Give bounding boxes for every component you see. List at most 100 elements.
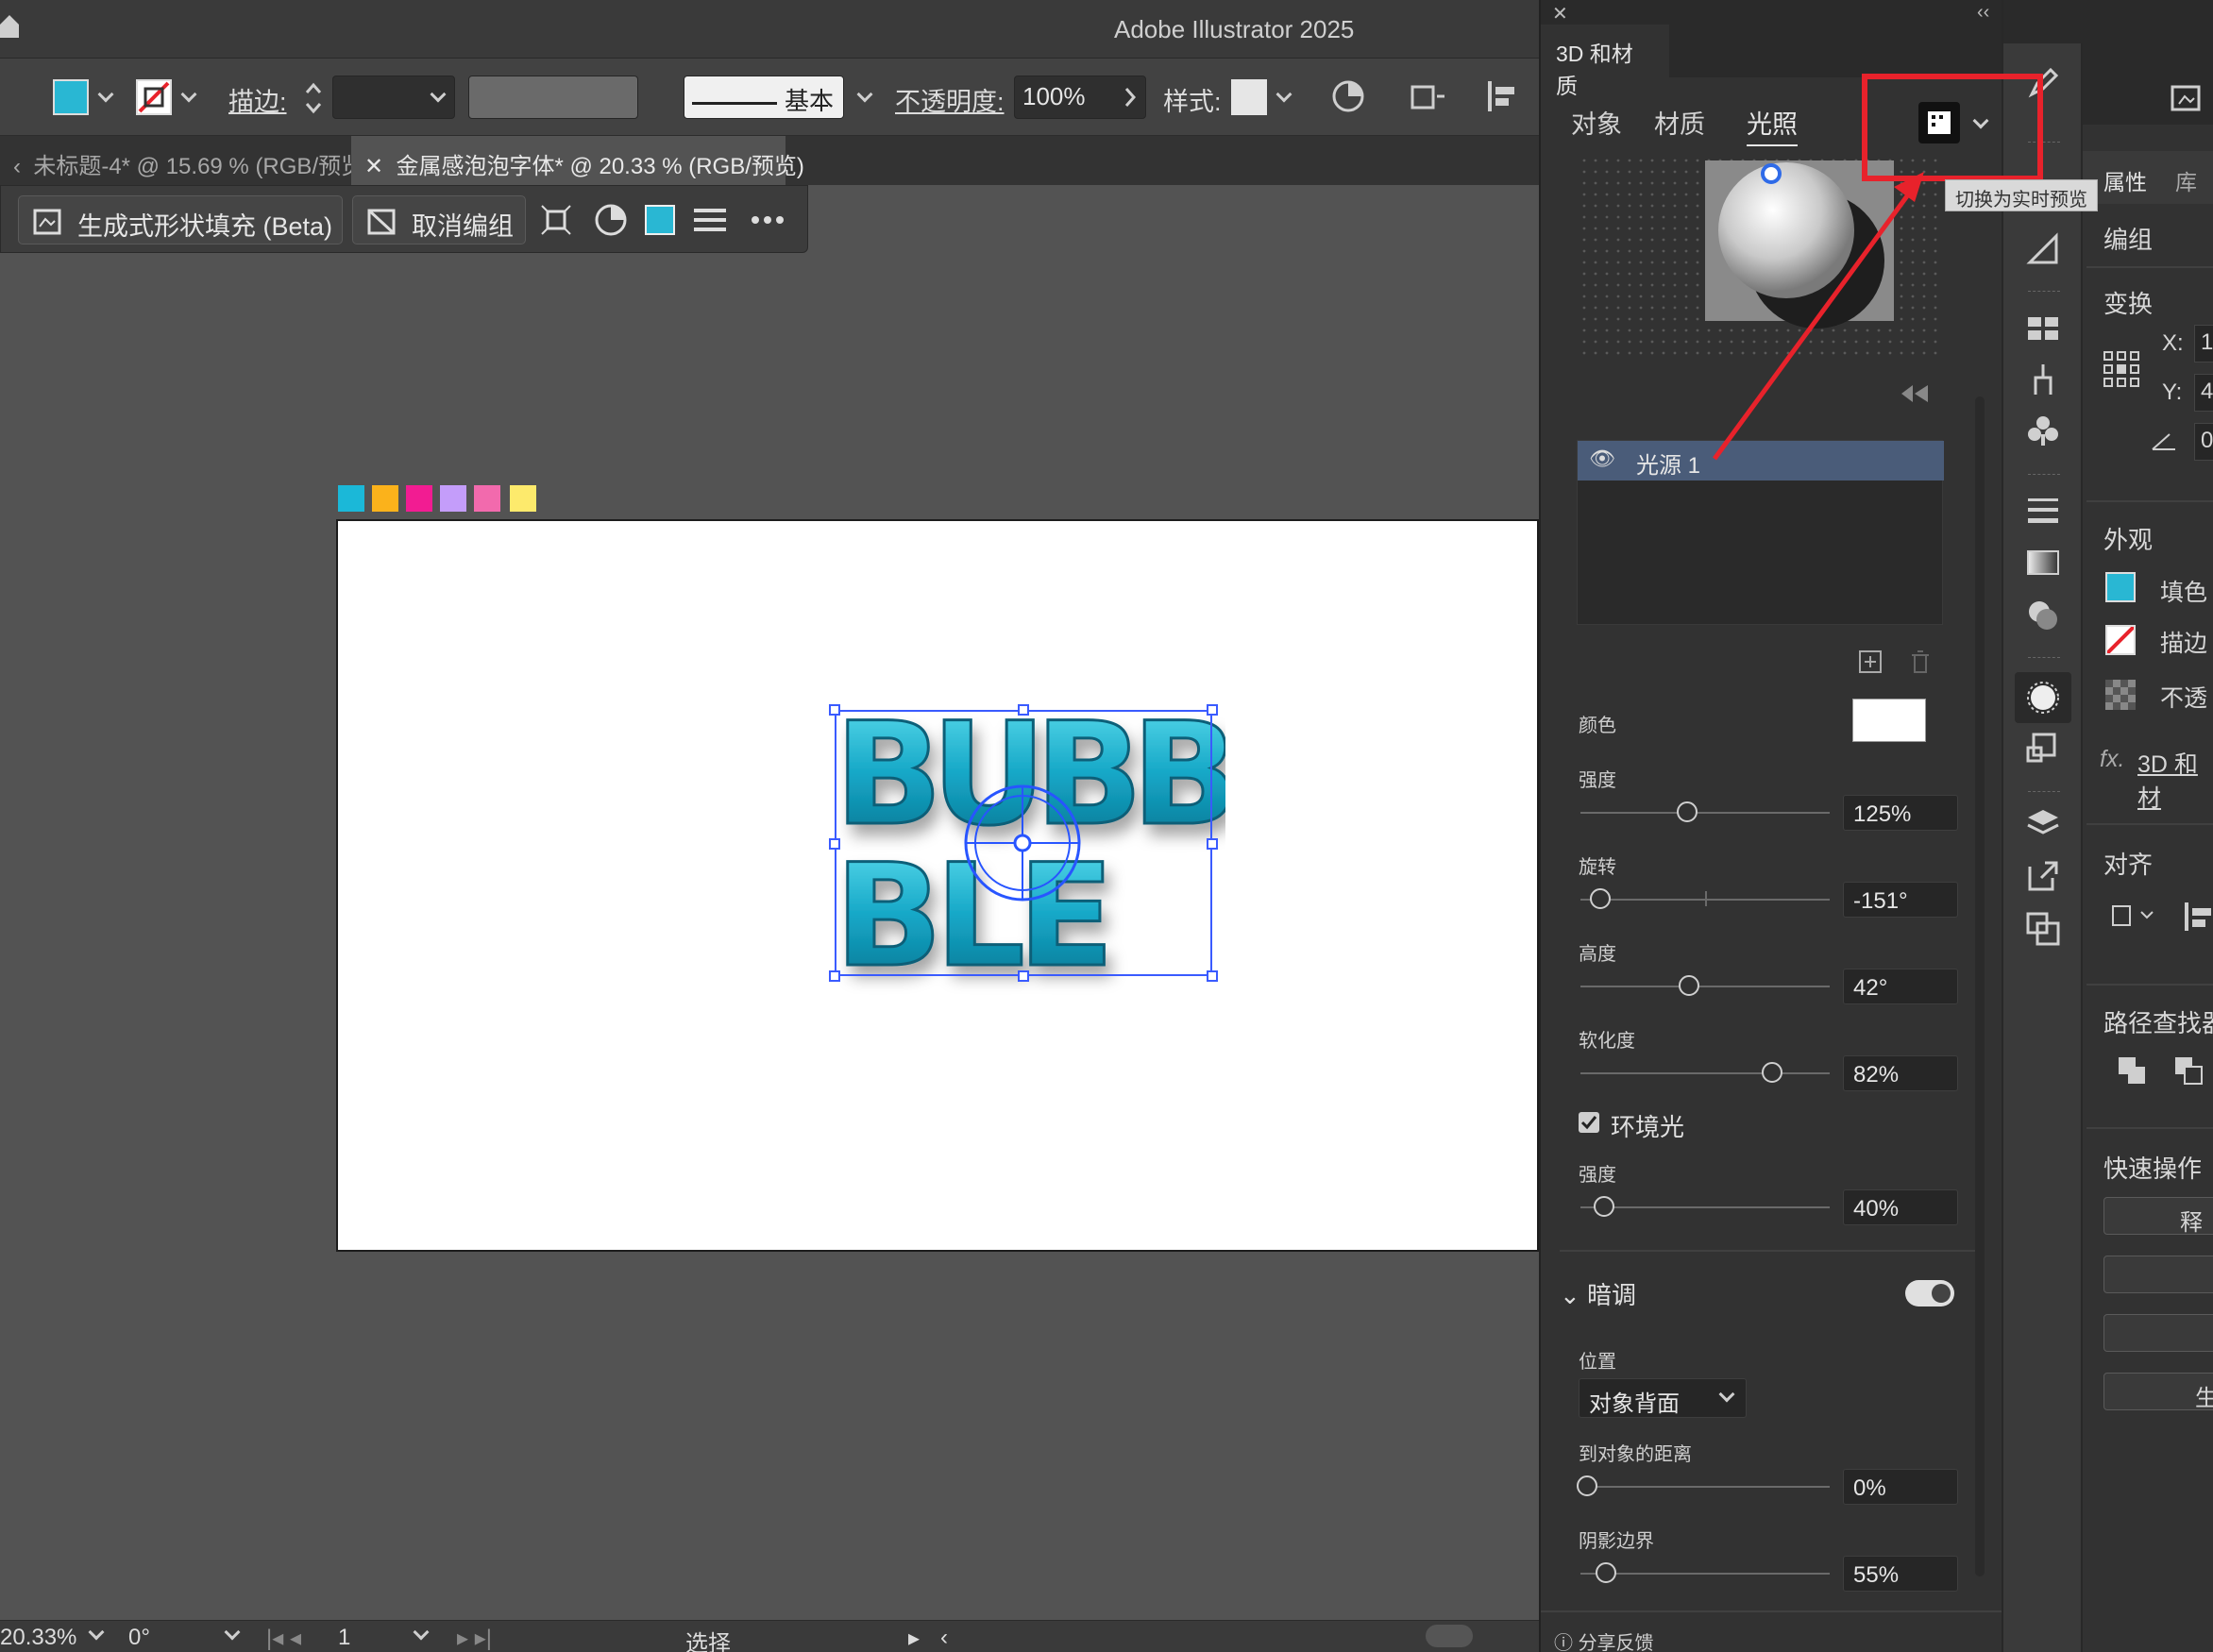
isolate-icon[interactable] [541,205,571,235]
delete-light-icon[interactable] [1909,649,1932,674]
chevron-down-icon[interactable] [97,86,114,103]
ambient-intensity-field[interactable]: 40% [1843,1189,1958,1225]
rotation-field[interactable]: -151° [1843,882,1958,918]
panel-scrollbar[interactable] [1975,396,1985,1576]
brushes-icon[interactable] [2026,362,2060,396]
release-button[interactable]: 释 [2103,1197,2213,1236]
artboard[interactable]: BUBB BLE [336,519,1539,1252]
selection-handle[interactable] [829,704,840,716]
stroke-icon[interactable] [2026,493,2060,527]
symbols-icon[interactable] [2026,413,2060,447]
align-to-icon[interactable] [2111,901,2158,931]
artboards-icon[interactable] [2026,912,2060,946]
last-artboard-icon[interactable]: ▸ ▸| [457,1625,492,1652]
chevron-down-icon[interactable] [856,86,873,103]
canvas-swatch[interactable] [440,485,466,512]
tab-library[interactable]: 库 [2175,164,2197,196]
play-icon[interactable]: ▸ [908,1625,920,1652]
properties-icon[interactable] [2026,232,2060,266]
selection-handle[interactable] [1018,970,1029,982]
canvas-swatch[interactable] [406,485,432,512]
gradient-icon[interactable] [2026,546,2060,580]
generate-button[interactable]: 生 [2103,1373,2213,1411]
selection-handle[interactable] [829,970,840,982]
shadow-section-header[interactable]: ⌄ 暗调 [1560,1276,1636,1311]
close-icon[interactable]: ✕ [1552,2,1568,25]
softness-slider[interactable] [1762,1062,1782,1083]
selection-handle[interactable] [829,838,840,850]
stroke-none-swatch[interactable] [136,79,172,115]
ungroup-button[interactable]: 取消编组 [352,195,526,244]
distance-field[interactable]: 0% [1843,1469,1958,1505]
more-icon[interactable] [751,214,785,226]
shadow-bound-slider[interactable] [1596,1562,1616,1583]
intensity-track[interactable] [1580,812,1830,814]
chevron-down-icon[interactable] [413,1624,430,1641]
selection-handle[interactable] [1018,704,1029,716]
ambient-light-checkbox[interactable] [1579,1112,1599,1133]
align-left-icon[interactable] [2183,901,2213,933]
scroll-left-icon[interactable]: ‹ [940,1625,948,1651]
light-color-swatch[interactable] [1852,699,1926,742]
height-slider[interactable] [1679,975,1699,996]
unite-icon[interactable] [2117,1055,2147,1086]
stroke-swatch[interactable] [2105,625,2136,655]
canvas-swatch[interactable] [372,485,398,512]
chevron-down-icon[interactable] [1275,86,1292,103]
ambient-intensity-slider[interactable] [1594,1196,1614,1217]
horizontal-scrollbar[interactable] [1426,1625,1473,1647]
brush-field[interactable]: 基本 [684,76,844,119]
align-left-icon[interactable] [1486,79,1518,113]
home-icon[interactable] [0,15,19,38]
chevron-right-icon[interactable] [1123,87,1137,108]
3d-effect-link[interactable]: 3D 和材 [2137,746,2213,814]
transparency-icon[interactable] [2026,598,2060,632]
tab-properties[interactable]: 属性 [2103,164,2147,196]
selection-handle[interactable] [1207,704,1218,716]
minus-front-icon[interactable] [2173,1055,2204,1086]
chevron-down-icon[interactable] [224,1624,241,1641]
feedback-link[interactable]: ⓘ 分享反馈 [1554,1627,1654,1652]
selection-handle[interactable] [1207,838,1218,850]
3d-materials-icon-active[interactable] [2015,672,2071,723]
shadow-bound-track[interactable] [1580,1573,1830,1575]
swatches-icon[interactable] [2026,312,2060,346]
eye-icon[interactable]: 👁 [1589,447,1615,471]
fill-swatch[interactable] [2105,572,2136,602]
canvas-swatch[interactable] [338,485,364,512]
height-field[interactable]: 42° [1843,969,1958,1004]
add-light-icon[interactable] [1858,649,1883,674]
transform-icon[interactable] [1409,79,1448,113]
canvas-swatch[interactable] [510,485,536,512]
intensity-field[interactable]: 125% [1843,795,1958,831]
style-swatch[interactable] [1231,79,1267,115]
tab-material[interactable]: 材质 [1654,104,1705,141]
stepper-icon[interactable] [304,79,323,117]
chevron-down-icon[interactable] [88,1624,105,1641]
rotation-value[interactable]: 0° [128,1625,150,1651]
tab-untitled[interactable]: ‹ 未标题-4* @ 15.69 % (RGB/预览) [0,136,371,185]
recolor-icon[interactable] [594,203,628,237]
angle-field[interactable]: 0 [2194,423,2213,461]
reference-point-icon[interactable] [2103,351,2139,387]
canvas-swatch[interactable] [474,485,500,512]
shadow-bound-field[interactable]: 55% [1843,1556,1958,1592]
variable-width-field[interactable] [468,76,638,119]
chevron-down-icon[interactable] [180,86,197,103]
layers-icon[interactable] [2026,806,2060,840]
quick-action-button[interactable] [2103,1256,2213,1293]
distance-track[interactable] [1580,1486,1830,1488]
generate-vector-icon[interactable] [2170,79,2204,113]
tab-object[interactable]: 对象 [1571,104,1622,141]
intensity-slider[interactable] [1677,801,1698,822]
asset-export-icon[interactable] [2026,859,2060,893]
generative-shape-fill-button[interactable]: 生成式形状填充 (Beta) [18,195,343,244]
opacity-checker-icon[interactable] [2105,680,2136,710]
distance-slider[interactable] [1577,1475,1597,1496]
softness-track[interactable] [1580,1072,1830,1074]
3d-rotation-widget[interactable] [961,782,1084,904]
selection-handle[interactable] [1207,970,1218,982]
panel-title-tab[interactable]: 3D 和材质 [1541,25,1669,98]
fill-color-swatch[interactable] [645,205,675,235]
quick-action-button[interactable] [2103,1314,2213,1352]
